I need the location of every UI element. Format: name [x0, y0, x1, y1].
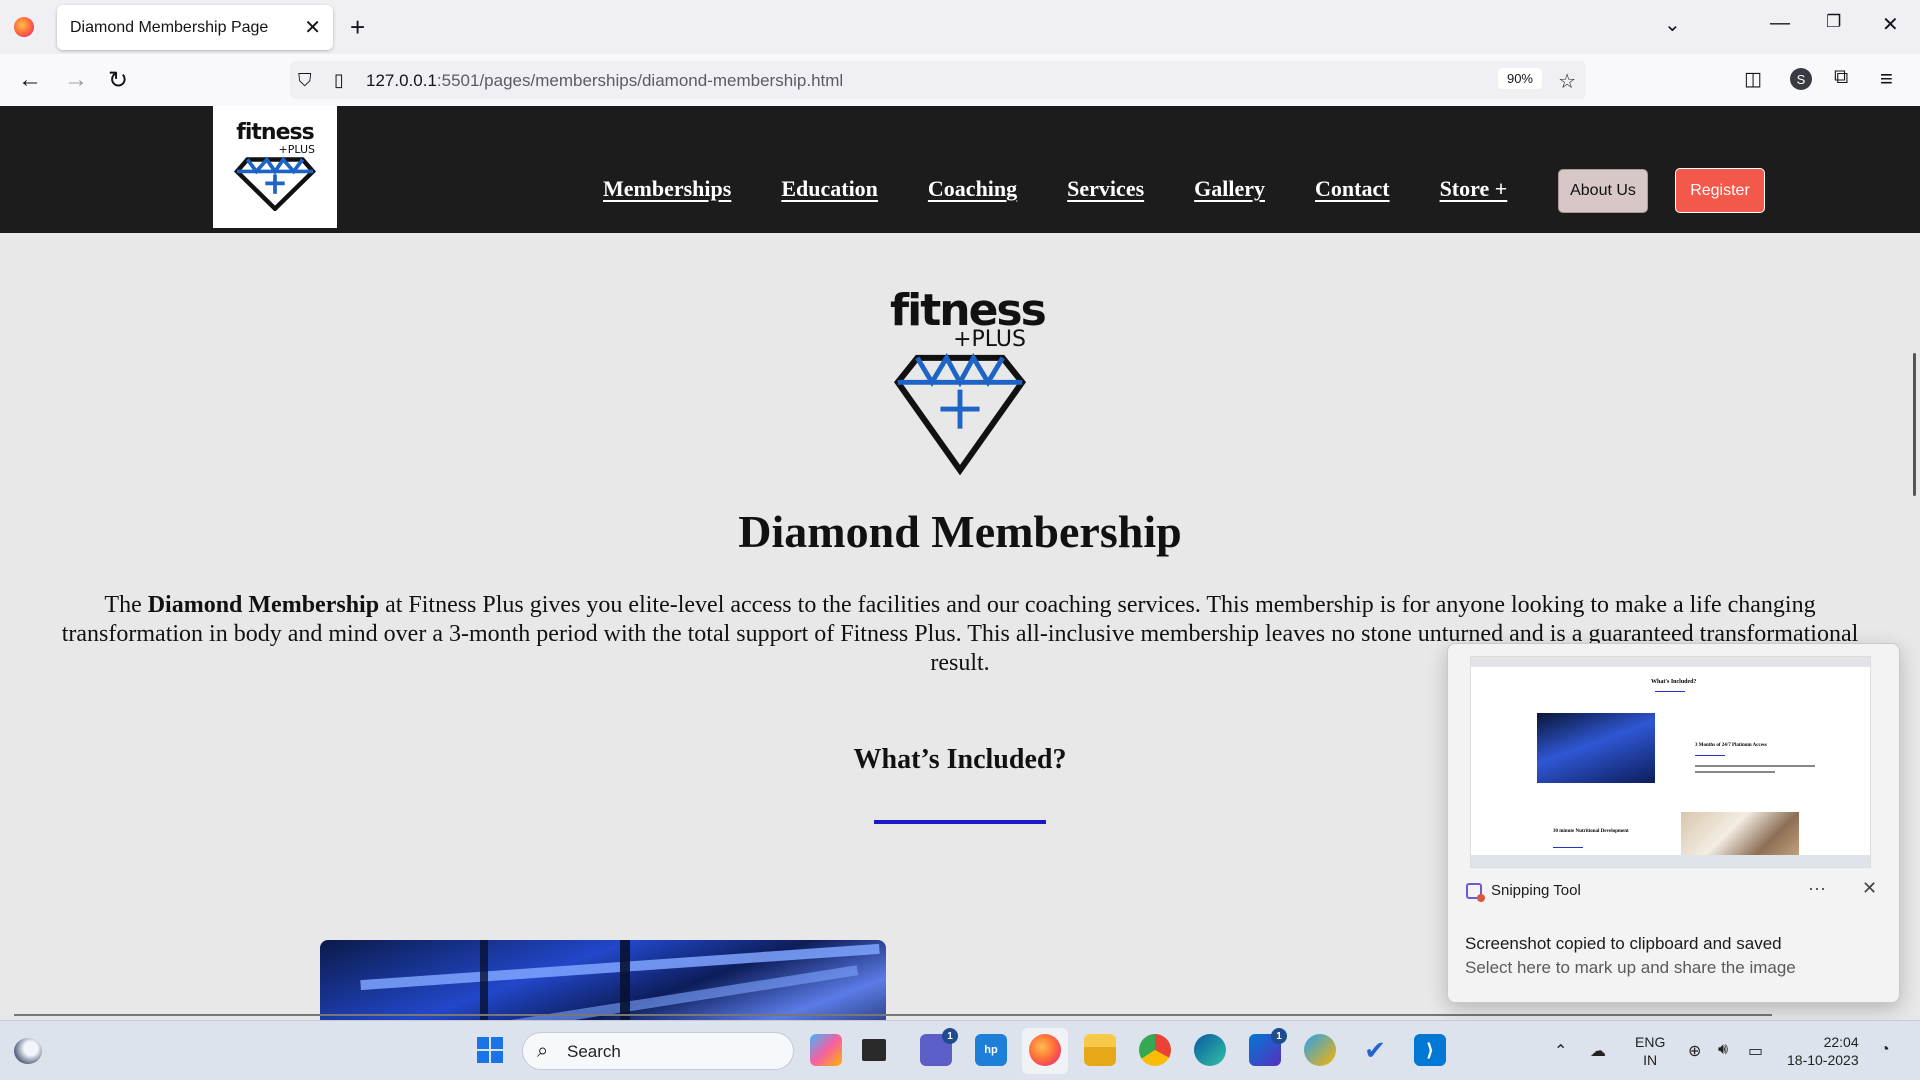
edge-icon[interactable] [1194, 1034, 1226, 1066]
new-tab-button[interactable]: + [350, 12, 365, 43]
snipping-notification[interactable]: What's Included? 3 Months of 24/7 Platin… [1447, 643, 1900, 1003]
myhp-icon[interactable]: hp [975, 1034, 1007, 1066]
nav-memberships[interactable]: Memberships [603, 176, 731, 202]
page-scrollbar[interactable] [1913, 353, 1916, 496]
logo-wordmark: fitness [236, 120, 314, 145]
firefox-taskbar-icon[interactable] [1029, 1034, 1061, 1066]
vscode-icon[interactable]: ⟩ [1414, 1034, 1446, 1066]
thumb-gym-image [1537, 713, 1655, 783]
nav-education[interactable]: Education [781, 176, 878, 202]
register-button[interactable]: Register [1675, 168, 1765, 213]
hero-logo: fitness +PLUS [890, 289, 1047, 480]
page-title: Diamond Membership [738, 506, 1182, 557]
thumb-item-1: 3 Months of 24/7 Platinum Access [1695, 743, 1767, 748]
toast-message: Screenshot copied to clipboard and saved [1465, 934, 1782, 953]
about-us-button[interactable]: About Us [1558, 169, 1648, 213]
search-label: Search [567, 1042, 621, 1061]
thumb-item-2: 30 minute Nutritional Development [1553, 829, 1629, 834]
windows-taskbar: ⌕ Search 1 hp 1 ✔ ⟩ ⌃ ☁ ENG IN ⊕ 🔊︎ ▭ 22… [0, 1020, 1920, 1080]
battery-icon[interactable]: ▭ [1748, 1041, 1763, 1061]
diamond-icon [234, 156, 316, 211]
clock[interactable]: 22:04 18-10-2023 [1787, 1033, 1859, 1069]
network-icon[interactable]: ⊕ [1688, 1041, 1701, 1061]
store-icon[interactable]: 1 [1249, 1028, 1287, 1066]
file-explorer-icon[interactable] [1084, 1034, 1116, 1066]
teams-badge: 1 [942, 1028, 958, 1044]
shield-icon[interactable]: ⛉ [298, 70, 312, 91]
url-text[interactable]: 127.0.0.1:5501/pages/memberships/diamond… [366, 71, 843, 91]
onedrive-icon[interactable]: ☁ [1590, 1041, 1606, 1061]
gym-image [320, 940, 886, 1020]
address-bar[interactable]: ⛉ ▯ 127.0.0.1:5501/pages/memberships/dia… [290, 61, 1586, 99]
horizontal-scrollbar[interactable] [14, 1014, 1772, 1016]
back-icon[interactable]: ← [18, 66, 42, 94]
pocket-icon[interactable]: ◫ [1744, 68, 1762, 91]
forward-icon[interactable]: → [64, 66, 88, 94]
notification-icon[interactable]: ◔ [1880, 1041, 1890, 1059]
search-icon: ⌕ [537, 1040, 549, 1062]
weather-app-icon[interactable] [1304, 1034, 1336, 1066]
start-icon[interactable] [474, 1034, 506, 1066]
snipping-tool-icon [1466, 882, 1485, 902]
restore-button[interactable]: ❐ [1826, 12, 1841, 32]
section-divider [874, 820, 1046, 824]
header-logo[interactable]: fitness +PLUS [213, 106, 337, 228]
browser-tab-bar: Diamond Membership Page ✕ + ⌄ — ❐ ✕ [0, 0, 1920, 54]
main-nav: Memberships Education Coaching Services … [603, 176, 1507, 202]
logo-plus: +PLUS [278, 143, 315, 156]
extensions-icon[interactable]: ⧉ [1834, 66, 1848, 89]
browser-tab[interactable]: Diamond Membership Page ✕ [57, 5, 333, 50]
minimize-button[interactable]: — [1770, 12, 1790, 35]
window-close-button[interactable]: ✕ [1882, 12, 1899, 37]
chevron-down-icon[interactable]: ⌄ [1664, 12, 1681, 37]
todo-icon[interactable]: ✔ [1359, 1034, 1391, 1066]
page-icon: ▯ [334, 70, 344, 90]
toast-subtext: Select here to mark up and share the ima… [1465, 958, 1796, 977]
weather-widget-icon[interactable] [14, 1038, 42, 1064]
tab-title: Diamond Membership Page [70, 18, 269, 36]
language-indicator[interactable]: ENG IN [1635, 1033, 1665, 1069]
nav-contact[interactable]: Contact [1315, 176, 1390, 202]
bookmark-star-icon[interactable]: ☆ [1558, 69, 1576, 94]
thumb-title: What's Included? [1651, 679, 1697, 685]
reload-icon[interactable]: ↻ [108, 66, 128, 95]
taskbar-search[interactable]: ⌕ Search [522, 1032, 794, 1070]
nav-services[interactable]: Services [1067, 176, 1144, 202]
chevron-up-icon[interactable]: ⌃ [1554, 1041, 1567, 1061]
zoom-level[interactable]: 90% [1497, 68, 1542, 89]
close-icon[interactable]: ✕ [304, 15, 321, 40]
toast-app-name: Snipping Tool [1466, 882, 1581, 902]
volume-icon[interactable]: 🔊︎ [1718, 1041, 1728, 1059]
nav-coaching[interactable]: Coaching [928, 176, 1017, 202]
more-options-button[interactable]: ··· [1808, 878, 1826, 899]
diamond-icon [893, 352, 1027, 476]
account-avatar[interactable]: S [1790, 68, 1812, 90]
intro-bold: Diamond Membership [147, 592, 380, 618]
nav-gallery[interactable]: Gallery [1194, 176, 1265, 202]
teams-icon[interactable]: 1 [920, 1028, 958, 1066]
close-icon[interactable]: ✕ [1862, 878, 1877, 899]
site-header: fitness +PLUS Memberships Education Coac… [0, 106, 1920, 233]
chrome-icon[interactable] [1139, 1034, 1171, 1066]
store-badge: 1 [1271, 1028, 1287, 1044]
task-view-icon[interactable] [862, 1039, 886, 1061]
screenshot-thumbnail[interactable]: What's Included? 3 Months of 24/7 Platin… [1470, 656, 1871, 868]
nav-store[interactable]: Store + [1440, 176, 1508, 202]
browser-toolbar: ← → ↻ ⛉ ▯ 127.0.0.1:5501/pages/membershi… [0, 54, 1920, 106]
copilot-icon[interactable] [810, 1034, 842, 1066]
menu-icon[interactable]: ≡ [1880, 66, 1893, 92]
firefox-icon[interactable] [14, 17, 34, 37]
